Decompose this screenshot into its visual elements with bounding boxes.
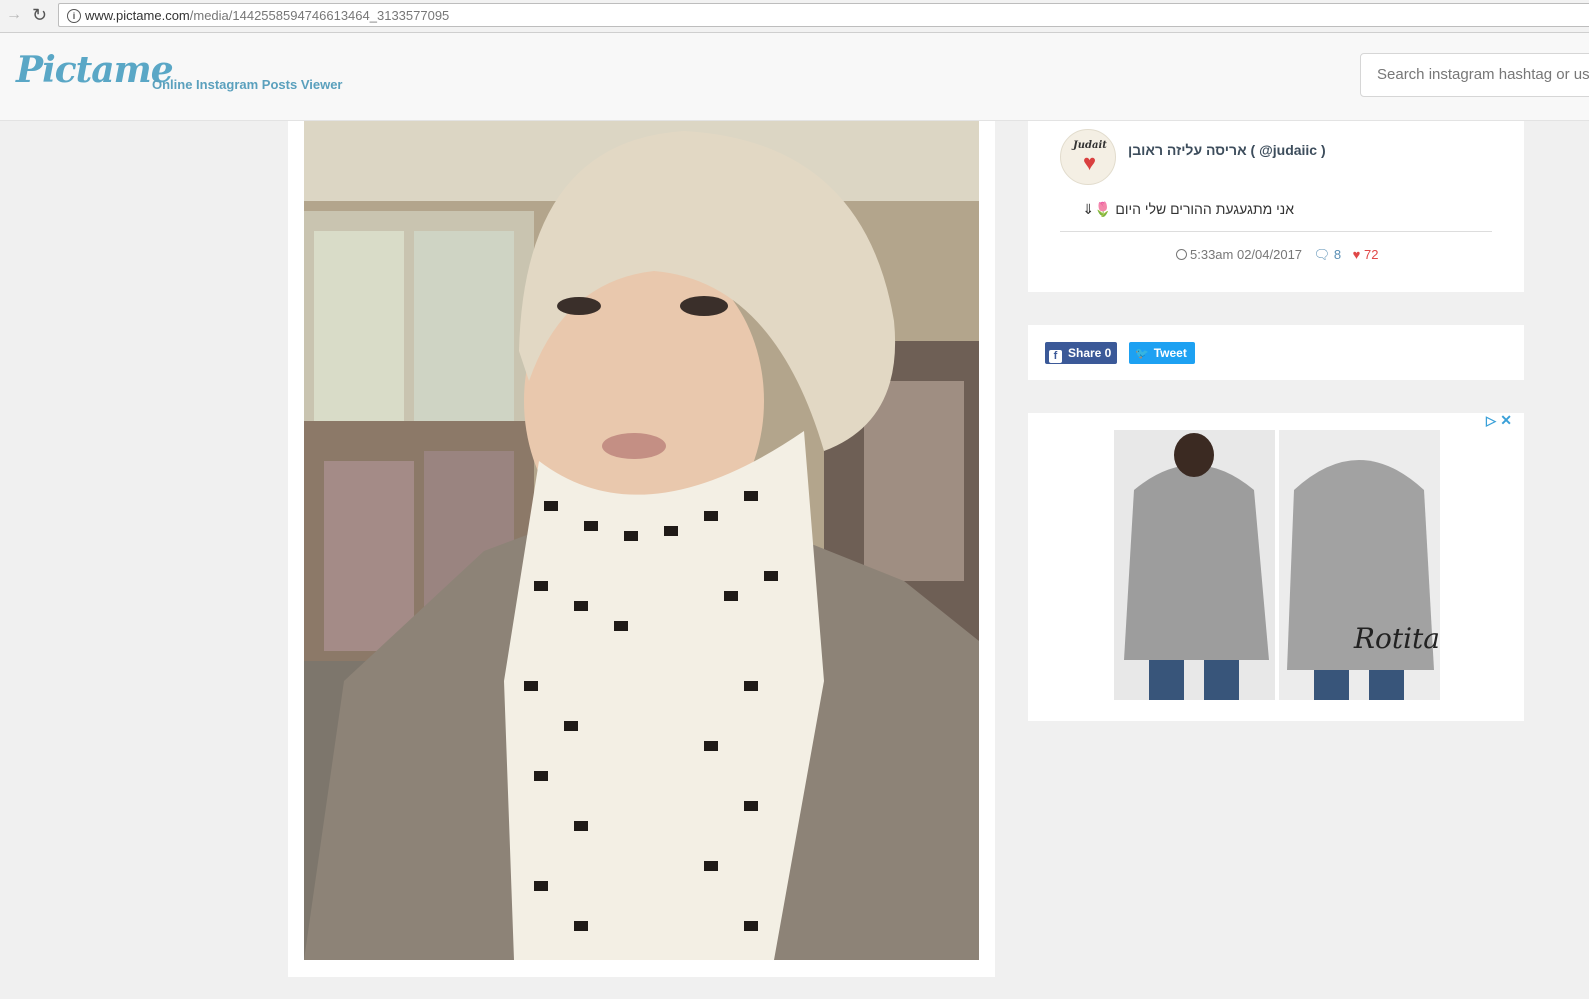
ad-hoodie-back-illustration xyxy=(1279,430,1440,700)
comment-count[interactable]: 8 xyxy=(1334,247,1341,262)
adchoices-icon[interactable]: ▷ xyxy=(1486,413,1496,429)
tweet-button[interactable]: 🐦 Tweet xyxy=(1129,342,1195,364)
facebook-icon: f xyxy=(1049,350,1062,363)
site-logo[interactable]: Pictame xyxy=(16,49,174,91)
post-photo-card xyxy=(288,121,995,977)
share-card: f Share 0 🐦 Tweet xyxy=(1028,325,1524,380)
like-count: 72 xyxy=(1364,247,1379,262)
post-info-card: Judait ♥ אריסה עליזה ראובן ( @judaiic ) … xyxy=(1028,121,1524,292)
twitter-bird-icon: 🐦 xyxy=(1135,348,1149,360)
address-bar[interactable]: i www.pictame.com/media/1442558594746613… xyxy=(58,3,1589,27)
site-header: Pictame Online Instagram Posts Viewer Se… xyxy=(0,33,1589,121)
search-input[interactable]: Search instagram hashtag or user xyxy=(1360,53,1589,97)
comment-icon: 🗨 xyxy=(1313,247,1331,262)
ad-hoodie-front-illustration xyxy=(1114,430,1275,700)
info-icon[interactable]: i xyxy=(67,9,81,23)
post-photo-illustration xyxy=(304,121,979,960)
post-time: 5:33am 02/04/2017 xyxy=(1190,247,1303,262)
post-photo[interactable] xyxy=(304,121,979,960)
url-path: /media/1442558594746613464_3133577095 xyxy=(189,8,450,23)
post-caption: אני מתגעגעת ההורים שלי היום 🌷⇓ xyxy=(1082,201,1294,217)
clock-icon xyxy=(1176,249,1187,260)
heart-icon: ♥ xyxy=(1352,247,1361,262)
back-arrow-icon[interactable]: → xyxy=(6,6,22,24)
site-tagline: Online Instagram Posts Viewer xyxy=(152,77,343,92)
facebook-share-button[interactable]: f Share 0 xyxy=(1045,342,1118,364)
tweet-label: Tweet xyxy=(1153,346,1187,360)
post-meta: 5:33am 02/04/2017 🗨 8 ♥ 72 xyxy=(1176,247,1378,263)
divider xyxy=(1060,231,1492,232)
post-username[interactable]: אריסה עליזה ראובן ( @judaiic ) xyxy=(1128,142,1326,158)
ad-image-front[interactable] xyxy=(1114,430,1275,700)
url-text: www.pictame.com/media/144255859474661346… xyxy=(85,4,449,28)
url-host: www.pictame.com xyxy=(85,8,190,23)
close-icon[interactable]: ✕ xyxy=(1500,412,1512,429)
ad-image-back[interactable]: Rotita xyxy=(1279,430,1440,700)
ad-card: Rotita ▷ ✕ xyxy=(1028,412,1524,721)
browser-toolbar: → ↻ i www.pictame.com/media/144255859474… xyxy=(0,0,1589,33)
share-label: Share 0 xyxy=(1068,346,1112,360)
avatar[interactable]: Judait ♥ xyxy=(1060,129,1116,185)
avatar-heart-icon: ♥ xyxy=(1083,150,1097,175)
ad-brand-logo: Rotita xyxy=(1353,622,1440,655)
reload-icon[interactable]: ↻ xyxy=(32,6,47,24)
